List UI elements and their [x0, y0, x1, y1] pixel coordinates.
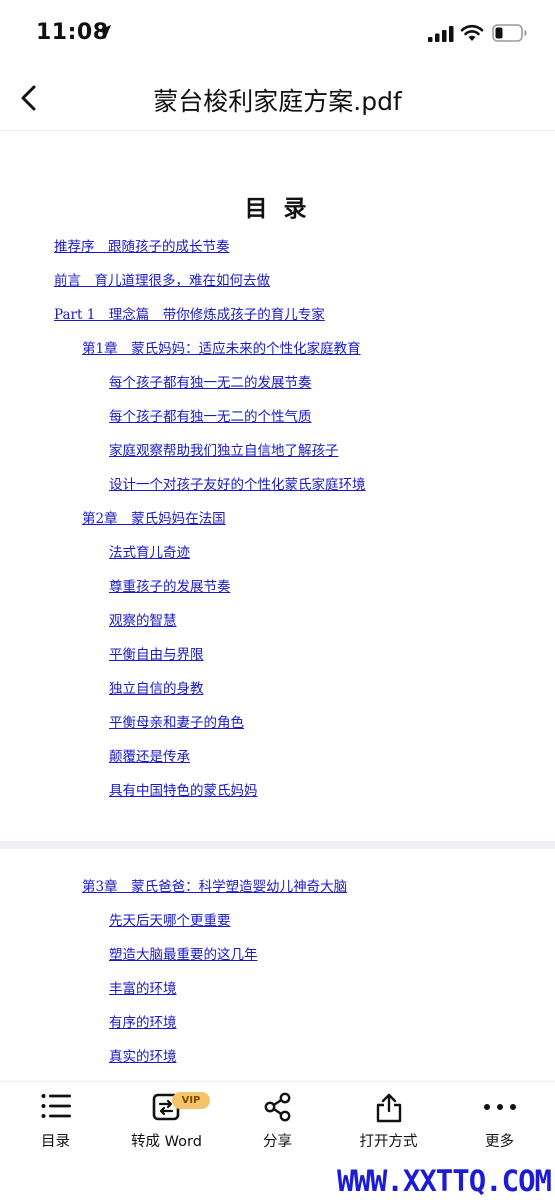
page-separator [0, 841, 555, 849]
toc-link[interactable]: 颠覆还是传承 [109, 745, 190, 765]
toc-link[interactable]: 第3章 蒙氏爸爸：科学塑造婴幼儿神奇大脑 [82, 875, 347, 895]
toc-link[interactable]: 尊重孩子的发展节奏 [109, 575, 231, 595]
toc-link[interactable]: 丰富的环境 [109, 977, 177, 997]
page-title: 蒙台梭利家庭方案.pdf [153, 87, 402, 116]
toc-link[interactable]: 每个孩子都有独一无二的发展节奏 [109, 371, 312, 391]
toc-heading: 目 录 [244, 196, 311, 222]
open-with-button[interactable]: 打开方式 [333, 1082, 444, 1168]
toc-link[interactable]: 每个孩子都有独一无二的个性气质 [109, 405, 312, 425]
toc-link[interactable]: 第2章 蒙氏妈妈在法国 [82, 507, 226, 527]
toc-link[interactable]: 前言 育儿道理很多，难在如何去做 [54, 269, 270, 289]
pdf-page-2[interactable]: 第3章 蒙氏爸爸：科学塑造婴幼儿神奇大脑先天后天哪个更重要塑造大脑最重要的这几年… [0, 849, 555, 1081]
toc-label: 目录 [41, 1134, 70, 1150]
toc-link[interactable]: 真实的环境 [109, 1045, 177, 1065]
toc-link[interactable]: 平衡自由与界限 [109, 643, 204, 663]
bottom-toolbar: 目录 转成 Word VIP 分享 打开方式 更多 [0, 1081, 555, 1168]
share-nodes-icon [264, 1092, 290, 1122]
location-arrow-icon [97, 25, 111, 39]
toc-link[interactable]: 塑造大脑最重要的这几年 [109, 943, 258, 963]
status-bar: 11:08 [0, 0, 555, 68]
toc-link[interactable]: 设计一个对孩子友好的个性化蒙氏家庭环境 [109, 473, 366, 493]
toc-link[interactable]: 推荐序 跟随孩子的成长节奏 [54, 235, 230, 255]
toc-link[interactable]: 先天后天哪个更重要 [109, 909, 231, 929]
toc-link[interactable]: 平衡母亲和妻子的角色 [109, 711, 244, 731]
toc-link[interactable]: 有序的环境 [109, 1011, 177, 1031]
convert-word-label: 转成 Word [131, 1134, 202, 1150]
more-dots-icon [483, 1104, 516, 1110]
list-icon [41, 1094, 71, 1118]
share-button[interactable]: 分享 [222, 1082, 333, 1168]
toc-link[interactable]: 观察的智慧 [109, 609, 177, 629]
toc-link[interactable]: 法式育儿奇迹 [109, 541, 190, 561]
nav-header: 蒙台梭利家庭方案.pdf [0, 68, 555, 131]
watermark-text: WWW.XXTTQ.COM [337, 1164, 552, 1198]
open-with-label: 打开方式 [359, 1134, 418, 1150]
share-label: 分享 [263, 1134, 292, 1150]
pdf-page-1[interactable]: 目 录 推荐序 跟随孩子的成长节奏前言 育儿道理很多，难在如何去做 Part 1 … [0, 131, 555, 841]
battery-icon [492, 24, 527, 42]
toc-link[interactable]: 独立自信的身教 [109, 677, 204, 697]
back-chevron-icon[interactable] [16, 82, 44, 114]
toc-link[interactable]: 家庭观察帮助我们独立自信地了解孩子 [109, 439, 339, 459]
toc-button[interactable]: 目录 [0, 1082, 111, 1168]
toc-link[interactable]: 具有中国特色的蒙氏妈妈 [109, 779, 258, 799]
upload-share-icon [376, 1093, 401, 1123]
wifi-icon [460, 24, 484, 41]
more-label: 更多 [485, 1134, 514, 1150]
more-button[interactable]: 更多 [444, 1082, 555, 1168]
cellular-signal-icon [428, 26, 454, 42]
toc-link[interactable]: Part 1 理念篇 带你修炼成孩子的育儿专家 [54, 303, 325, 323]
toc-link[interactable]: 第1章 蒙氏妈妈：适应未来的个性化家庭教育 [82, 337, 361, 357]
vip-badge: VIP [172, 1092, 210, 1109]
